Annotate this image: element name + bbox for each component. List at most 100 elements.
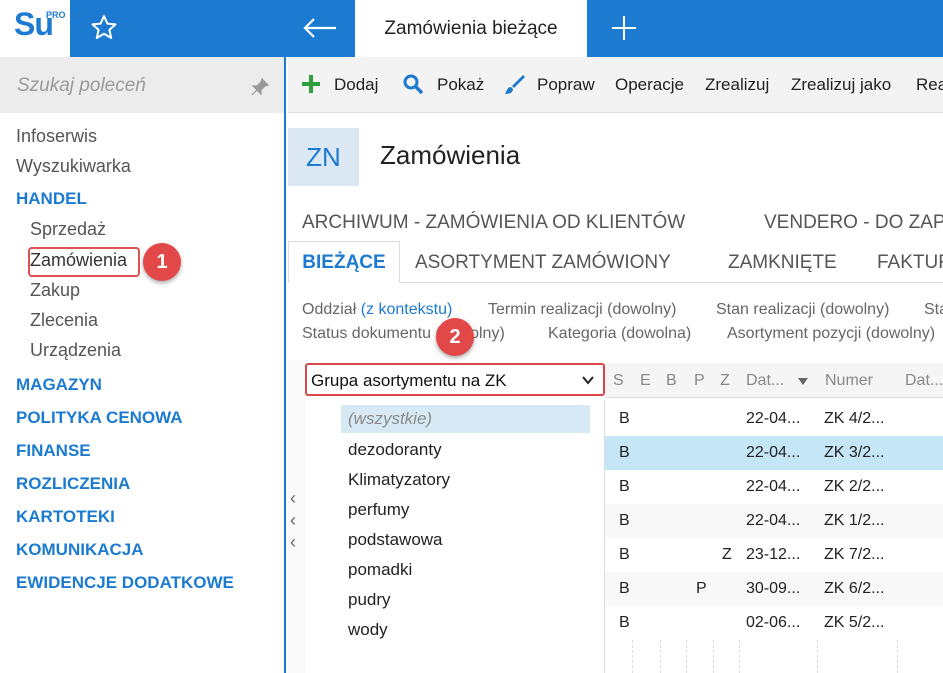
sidebar-section-kartoteki[interactable]: KARTOTEKI — [16, 507, 115, 527]
more-toolbar-button[interactable]: Rea — [916, 75, 943, 95]
column-header-p[interactable]: P — [694, 372, 705, 390]
grid-header: S E B P Z Dat... Numer Dat... — [605, 363, 943, 398]
table-row[interactable]: B 22-04... ZK 1/2... — [605, 504, 943, 538]
table-row[interactable]: B 02-06... ZK 5/2... — [605, 606, 943, 640]
filter-more[interactable]: Sta — [924, 301, 943, 319]
tab-biezace[interactable]: BIEŻĄCE — [288, 241, 400, 283]
cell-date: 02-06... — [746, 614, 801, 631]
chevron-left-icon[interactable]: ‹ — [290, 510, 296, 531]
table-row[interactable]: B Z 23-12... ZK 7/2... — [605, 538, 943, 572]
filter-document-status[interactable]: Status dokumentu (dowolny) — [302, 325, 505, 343]
table-row[interactable]: B P 30-09... ZK 6/2... — [605, 572, 943, 606]
search-icon[interactable] — [402, 73, 424, 95]
chevron-left-icon[interactable]: ‹ — [290, 532, 296, 553]
grid-empty-column-line — [817, 640, 818, 673]
group-item[interactable]: podstawowa — [348, 530, 443, 550]
filter-branch-value[interactable]: (z kontekstu) — [361, 301, 453, 318]
brush-icon[interactable] — [503, 73, 525, 95]
cell-p: P — [696, 580, 707, 597]
sidebar-section-magazyn[interactable]: MAGAZYN — [16, 375, 102, 395]
new-tab-plus-icon[interactable] — [608, 12, 640, 44]
cell-date: 22-04... — [746, 512, 801, 529]
column-header-s[interactable]: S — [613, 372, 624, 390]
add-plus-icon[interactable] — [300, 73, 322, 95]
sidebar-section-komunikacja[interactable]: KOMUNIKACJA — [16, 540, 144, 560]
tab-current-orders[interactable]: Zamówienia bieżące — [355, 0, 587, 57]
column-header-number[interactable]: Numer — [825, 372, 873, 390]
table-row[interactable]: B 22-04... ZK 4/2... — [605, 402, 943, 436]
group-item[interactable]: pomadki — [348, 560, 412, 580]
cell-number: ZK 4/2... — [824, 410, 885, 427]
cell-date: 23-12... — [746, 546, 801, 563]
sort-desc-icon[interactable] — [797, 374, 809, 392]
filter-assortment[interactable]: Asortyment pozycji (dowolny) — [727, 325, 935, 343]
sidebar-section-polityka-cenowa[interactable]: POLITYKA CENOWA — [16, 408, 183, 428]
operations-button[interactable]: Operacje — [615, 75, 684, 95]
back-arrow-icon[interactable] — [300, 12, 340, 44]
group-item-all[interactable]: (wszystkie) — [341, 405, 590, 433]
group-item[interactable]: Klimatyzatory — [348, 470, 450, 490]
sidebar-item-zlecenia[interactable]: Zlecenia — [30, 310, 98, 331]
panel-collapse-strip[interactable]: ‹ ‹ ‹ — [288, 360, 305, 673]
tab-faktury[interactable]: FAKTUR — [877, 252, 943, 274]
group-item[interactable]: perfumy — [348, 500, 409, 520]
sidebar-section-rozliczenia[interactable]: ROZLICZENIA — [16, 474, 130, 494]
command-search[interactable]: Szukaj poleceń — [0, 57, 284, 113]
search-input[interactable]: Szukaj poleceń — [17, 75, 146, 97]
show-button[interactable]: Pokaż — [437, 75, 484, 95]
sidebar-section-handel[interactable]: HANDEL — [16, 189, 87, 209]
sidebar-item-sprzedaz[interactable]: Sprzedaż — [30, 219, 106, 240]
cell-number: ZK 6/2... — [824, 580, 885, 597]
chevron-left-icon[interactable]: ‹ — [290, 488, 296, 509]
document-type-code: ZN — [288, 128, 359, 186]
sidebar-item-urzadzenia[interactable]: Urządzenia — [30, 340, 121, 361]
app-logo[interactable]: Su PRO — [0, 0, 70, 57]
column-header-e[interactable]: E — [640, 372, 651, 390]
filter-branch-label: Oddział — [302, 301, 357, 318]
column-header-z[interactable]: Z — [720, 372, 730, 390]
cell-number: ZK 3/2... — [824, 444, 885, 461]
pin-icon[interactable] — [250, 77, 270, 97]
add-button[interactable]: Dodaj — [334, 75, 378, 95]
page-title: Zamówienia — [380, 140, 521, 170]
filter-state[interactable]: Stan realizacji (dowolny) — [716, 301, 889, 319]
sidebar-item-wyszukiwarka[interactable]: Wyszukiwarka — [16, 156, 131, 177]
column-header-date[interactable]: Dat... — [746, 372, 784, 390]
sidebar-section-ewidencje[interactable]: EWIDENCJE DODATKOWE — [16, 573, 234, 593]
sidebar-section-finanse[interactable]: FINANSE — [16, 441, 91, 461]
grid-empty-column-line — [897, 640, 898, 673]
tab-archive-client-orders[interactable]: ARCHIWUM - ZAMÓWIENIA OD KLIENTÓW — [302, 212, 685, 234]
table-row[interactable]: B 22-04... ZK 2/2... — [605, 470, 943, 504]
realize-button[interactable]: Zrealizuj — [705, 75, 769, 95]
column-header-date-2[interactable]: Dat... — [905, 372, 943, 390]
step-badge-1: 1 — [143, 243, 181, 281]
sidebar-item-infoserwis[interactable]: Infoserwis — [16, 126, 97, 147]
filter-category[interactable]: Kategoria (dowolna) — [548, 325, 691, 343]
realize-as-button[interactable]: Zrealizuj jako — [791, 75, 891, 95]
grid-empty-column-line — [713, 640, 714, 673]
group-item[interactable]: dezodoranty — [348, 440, 442, 460]
cell-date: 22-04... — [746, 410, 801, 427]
cell-s: B — [619, 478, 630, 495]
cell-date: 22-04... — [746, 478, 801, 495]
group-item[interactable]: wody — [348, 620, 388, 640]
edit-button[interactable]: Popraw — [537, 75, 595, 95]
cell-date: 22-04... — [746, 444, 801, 461]
tab-vendero[interactable]: VENDERO - DO ZAP — [764, 212, 943, 234]
table-row[interactable]: B 22-04... ZK 3/2... — [605, 436, 943, 470]
filter-branch[interactable]: Oddział (z kontekstu) — [302, 301, 452, 319]
cell-number: ZK 2/2... — [824, 478, 885, 495]
tab-asortyment-zamowiony[interactable]: ASORTYMENT ZAMÓWIONY — [415, 252, 671, 274]
favorites-star-icon[interactable] — [88, 12, 120, 44]
tab-zamkniete[interactable]: ZAMKNIĘTE — [728, 252, 837, 274]
assortment-group-select[interactable]: Grupa asortymentu na ZK — [305, 363, 605, 396]
column-header-b[interactable]: B — [666, 372, 677, 390]
cell-s: B — [619, 512, 630, 529]
sidebar-item-zamowienia[interactable]: Zamówienia — [30, 250, 127, 271]
logo-pro-label: PRO — [46, 10, 66, 20]
chevron-down-icon[interactable] — [581, 373, 595, 387]
cell-s: B — [619, 580, 630, 597]
sidebar-item-zakup[interactable]: Zakup — [30, 280, 80, 301]
filter-term[interactable]: Termin realizacji (dowolny) — [488, 301, 677, 319]
group-item[interactable]: pudry — [348, 590, 391, 610]
